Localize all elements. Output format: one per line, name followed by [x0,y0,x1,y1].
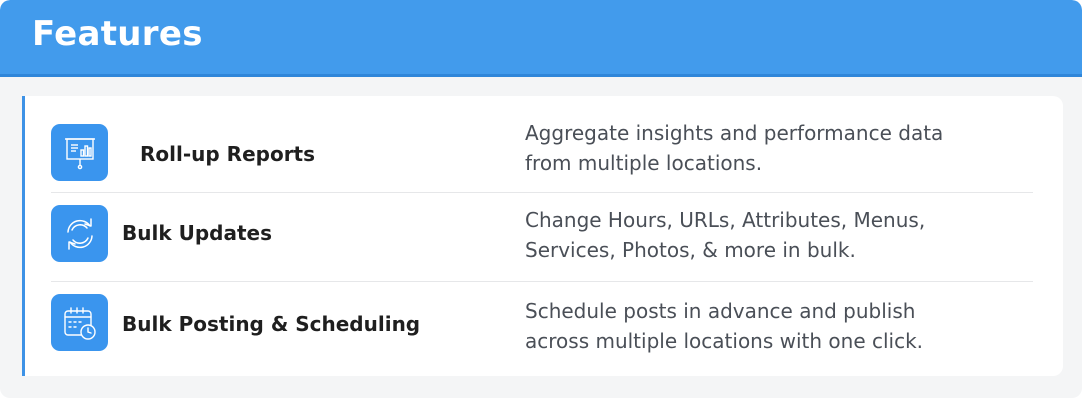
features-header: Features [0,0,1082,77]
feature-title: Bulk Updates [122,221,272,245]
feature-description: Schedule posts in advance and publish ac… [525,299,924,353]
feature-title: Roll-up Reports [140,142,316,166]
features-panel: Features Roll-up Reports Aggregate insig… [0,0,1082,398]
presentation-chart-icon [51,124,108,181]
calendar-clock-icon [51,294,108,351]
feature-description: Aggregate insights and performance data … [525,121,944,175]
refresh-sync-icon [51,205,108,262]
feature-description: Change Hours, URLs, Attributes, Menus, S… [525,208,926,262]
page-title: Features [32,14,203,54]
features-card: Roll-up Reports Aggregate insights and p… [25,96,1063,376]
feature-row-bulk-posting-scheduling: Bulk Posting & Scheduling Schedule posts… [25,282,1063,370]
feature-row-bulk-updates: Bulk Updates Change Hours, URLs, Attribu… [25,193,1063,281]
feature-row-roll-up-reports: Roll-up Reports Aggregate insights and p… [25,104,1063,192]
feature-title: Bulk Posting & Scheduling [122,312,421,336]
